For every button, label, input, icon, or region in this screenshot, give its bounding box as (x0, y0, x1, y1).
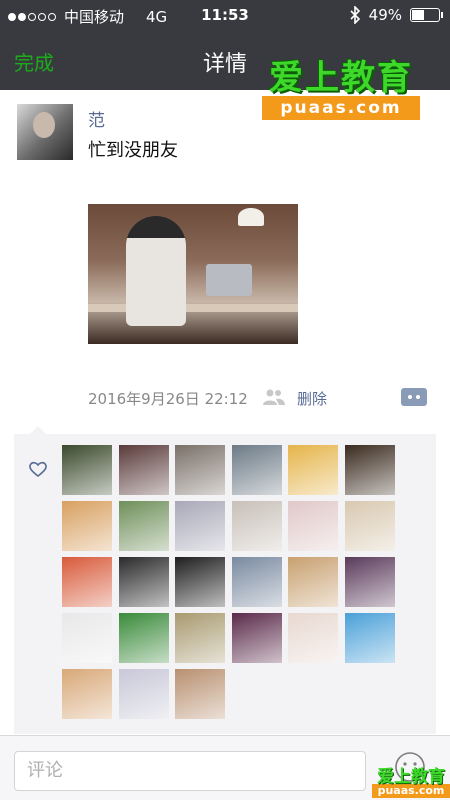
liker-avatar[interactable] (175, 613, 225, 663)
liker-avatar[interactable] (288, 613, 338, 663)
liker-avatar[interactable] (62, 613, 112, 663)
battery-icon (410, 8, 443, 22)
liker-avatar[interactable] (62, 557, 112, 607)
liker-avatar[interactable] (118, 557, 169, 607)
liker-avatar[interactable] (231, 557, 282, 607)
status-right: 49% (349, 6, 443, 24)
liker-avatar[interactable] (175, 669, 225, 719)
liker-avatar[interactable] (288, 445, 338, 495)
post-text: 忙到没朋友 (88, 140, 178, 161)
liker-avatar[interactable] (344, 557, 395, 607)
liker-avatar[interactable] (118, 501, 169, 551)
status-bar: 中国移动 4G 11:53 49% (0, 0, 450, 30)
more-icon[interactable] (401, 388, 427, 406)
watermark-subtitle: puaas.com (262, 96, 420, 120)
watermark-logo-small: 爱上教育 puaas.com (372, 762, 450, 800)
liker-avatar[interactable] (175, 557, 225, 607)
liker-avatar[interactable] (344, 501, 395, 551)
watermark-logo: 爱上教育 puaas.com (260, 50, 422, 122)
liker-avatar[interactable] (118, 669, 169, 719)
user-name[interactable]: 范 (88, 106, 105, 131)
post-photo[interactable] (88, 204, 298, 344)
battery-fill (412, 10, 425, 20)
liker-avatar[interactable] (288, 501, 338, 551)
liker-avatar[interactable] (175, 445, 225, 495)
liker-avatar[interactable] (118, 445, 169, 495)
watermark-small-subtitle: puaas.com (372, 784, 450, 798)
post-timestamp: 2016年9月26日 22:12 (88, 390, 248, 408)
watermark-small-title: 爱上教育 (377, 767, 445, 787)
people-icon (263, 389, 285, 405)
heart-icon (29, 461, 47, 478)
liker-avatar[interactable] (231, 445, 282, 495)
liker-avatar[interactable] (344, 613, 395, 663)
liker-avatar[interactable] (288, 557, 338, 607)
comment-input[interactable]: 评论 (14, 751, 366, 791)
liker-avatar[interactable] (118, 613, 169, 663)
liker-avatar[interactable] (344, 445, 395, 495)
delete-button[interactable]: 删除 (297, 388, 327, 409)
battery-percent: 49% (368, 6, 402, 24)
user-avatar[interactable] (17, 104, 73, 160)
watermark-title: 爱上教育 (269, 58, 413, 98)
liker-avatar[interactable] (62, 501, 112, 551)
liker-avatar[interactable] (62, 669, 112, 719)
liker-avatar[interactable] (231, 613, 282, 663)
liker-avatar[interactable] (231, 501, 282, 551)
likes-pointer (30, 426, 46, 434)
bluetooth-icon (350, 6, 360, 24)
liker-avatar[interactable] (62, 445, 112, 495)
liker-avatar[interactable] (175, 501, 225, 551)
